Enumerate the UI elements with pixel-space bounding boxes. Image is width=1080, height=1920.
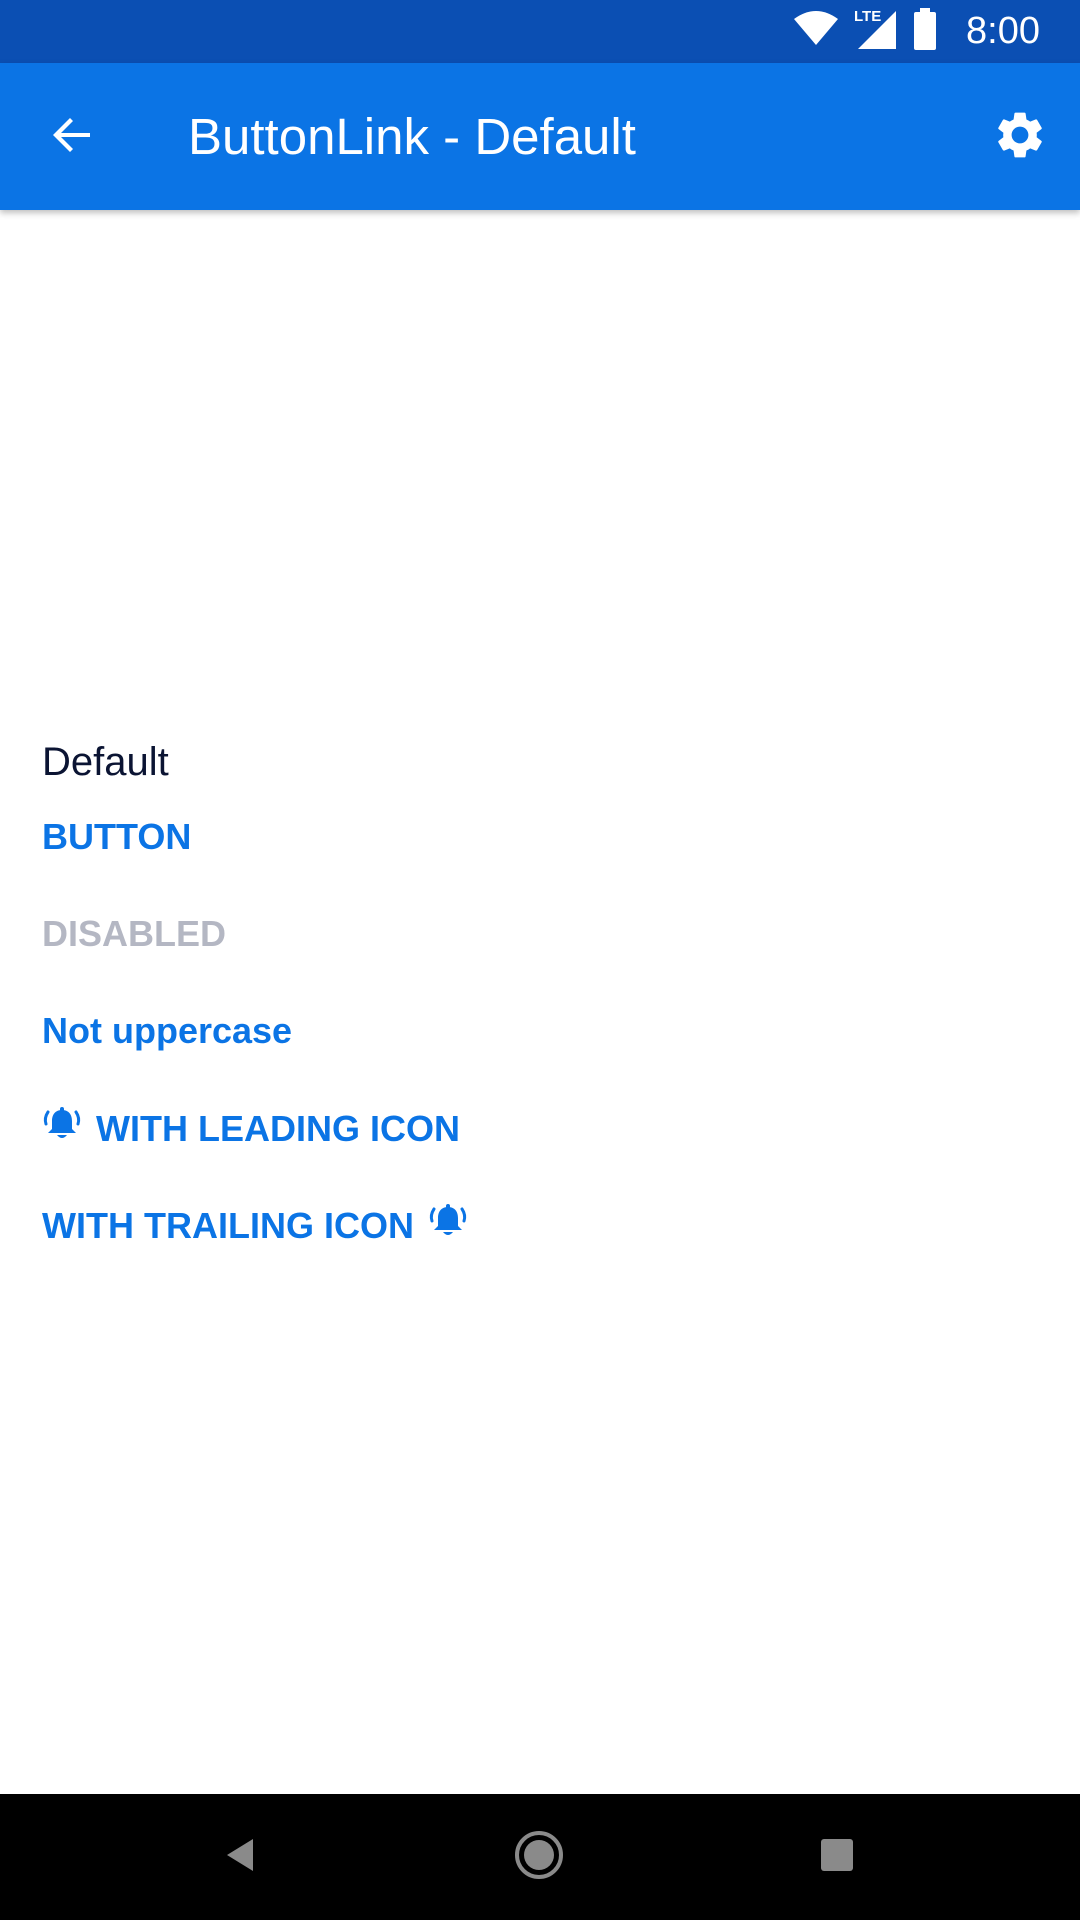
button-label: WITH TRAILING ICON	[42, 1205, 414, 1246]
nav-recents-icon	[817, 1835, 857, 1880]
gear-icon	[992, 107, 1048, 168]
button-link-disabled: DISABLED	[42, 912, 226, 956]
bell-ringing-icon	[428, 1203, 468, 1249]
bell-ringing-icon	[42, 1106, 82, 1152]
settings-button[interactable]	[982, 99, 1058, 175]
nav-back-button[interactable]	[206, 1822, 276, 1892]
battery-icon	[912, 8, 938, 55]
status-icons: LTE 8:00	[794, 0, 1040, 63]
lte-signal-icon: LTE	[852, 7, 898, 56]
button-label: DISABLED	[42, 913, 227, 954]
page-title: ButtonLink - Default	[188, 108, 636, 165]
status-time: 8:00	[966, 10, 1040, 52]
app-bar: ButtonLink - Default	[0, 63, 1080, 210]
nav-home-button[interactable]	[504, 1822, 574, 1892]
button-label: BUTTON	[42, 816, 192, 857]
back-button[interactable]	[34, 99, 110, 175]
nav-back-icon	[221, 1835, 261, 1880]
button-label: WITH LEADING ICON	[96, 1108, 460, 1149]
button-link-default[interactable]: BUTTON	[42, 815, 191, 859]
arrow-back-icon	[48, 111, 96, 164]
button-link-leading-icon[interactable]: WITH LEADING ICON	[42, 1106, 460, 1152]
wifi-icon	[794, 11, 839, 52]
button-link-trailing-icon[interactable]: WITH TRAILING ICON	[42, 1203, 468, 1249]
section-title: Default	[42, 740, 169, 784]
lte-label: LTE	[854, 8, 881, 25]
content-area: Default BUTTON DISABLED Not uppercase WI…	[0, 210, 1080, 1794]
button-link-not-uppercase[interactable]: Not uppercase	[42, 1009, 292, 1053]
status-bar: LTE 8:00	[0, 0, 1080, 63]
nav-home-icon	[511, 1827, 567, 1888]
system-nav-bar	[0, 1794, 1080, 1920]
button-label: Not uppercase	[42, 1010, 293, 1051]
nav-recents-button[interactable]	[802, 1822, 872, 1892]
